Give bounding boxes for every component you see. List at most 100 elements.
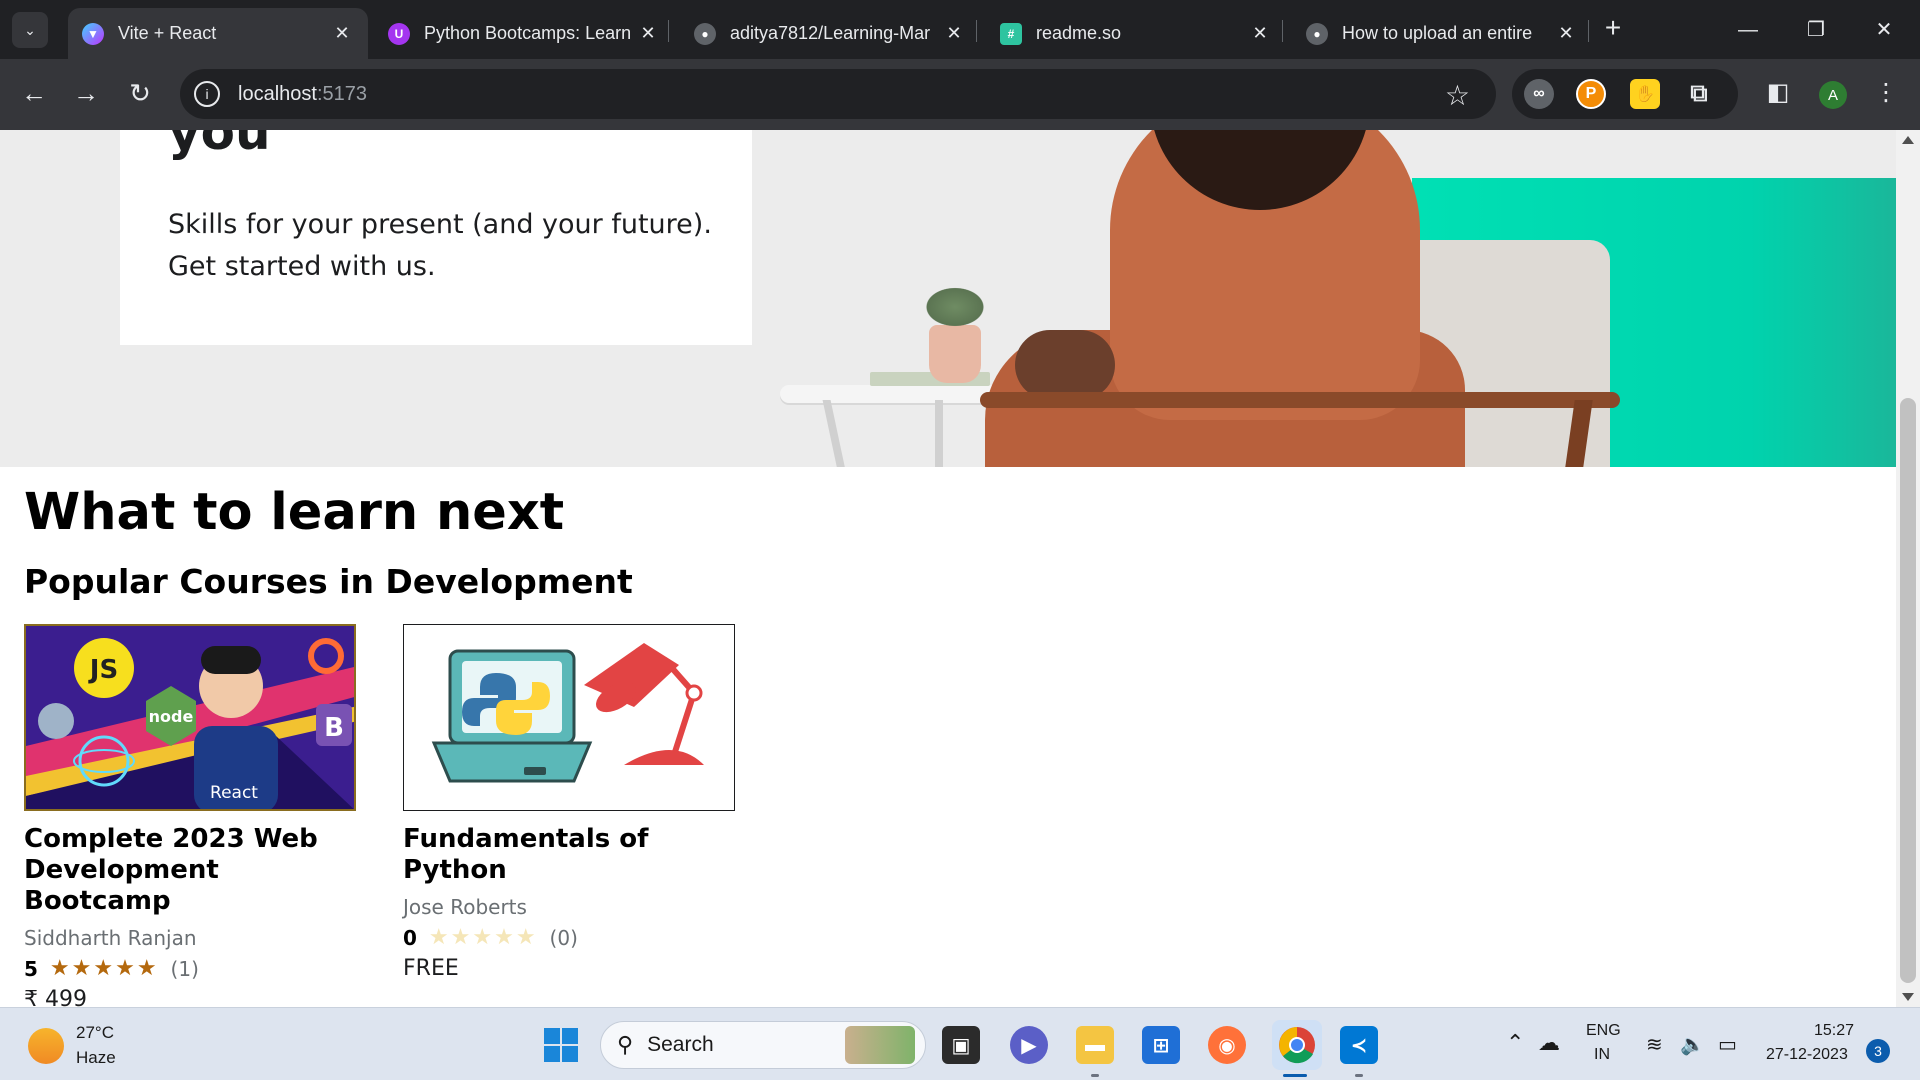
section-subtitle: Popular Courses in Development: [24, 562, 633, 601]
teams-chat-icon[interactable]: ▶: [1010, 1026, 1048, 1064]
task-view-icon[interactable]: ▣: [942, 1026, 980, 1064]
hand-extension-icon[interactable]: ✋: [1630, 79, 1660, 109]
taskbar-search-box[interactable]: ⚲ Search: [600, 1021, 926, 1069]
address-bar[interactable]: i localhost:5173 ☆: [180, 69, 1496, 119]
vscode-icon[interactable]: ≺: [1340, 1026, 1378, 1064]
tab-github-learning[interactable]: ● aditya7812/Learning-Mar ✕: [680, 8, 980, 59]
profile-avatar[interactable]: A: [1819, 81, 1847, 109]
course-title[interactable]: Complete 2023 Web Development Bootcamp: [24, 824, 356, 917]
section-title: What to learn next: [24, 483, 565, 542]
close-icon[interactable]: ✕: [636, 23, 660, 44]
page-scrollbar[interactable]: [1896, 130, 1920, 1007]
battery-icon[interactable]: ▭: [1718, 1032, 1737, 1057]
bookmark-star-icon[interactable]: ☆: [1445, 79, 1470, 112]
wifi-icon[interactable]: ≋: [1646, 1032, 1663, 1057]
react-shirt-label: React: [210, 783, 258, 803]
tab-vite-react[interactable]: ▼ Vite + React ✕: [68, 8, 368, 59]
vite-icon: ▼: [82, 22, 104, 45]
weather-description[interactable]: Haze: [76, 1048, 116, 1068]
hero-chair-arm: [980, 392, 1620, 408]
taskbar-search-label: Search: [647, 1033, 714, 1056]
browser-tab-strip: ⌄ ▼ Vite + React ✕ U Python Bootcamps: L…: [0, 0, 1920, 59]
tab-upload-entire[interactable]: ● How to upload an entire ✕: [1292, 8, 1592, 59]
weather-temperature[interactable]: 27°C: [76, 1023, 114, 1043]
side-panel-icon[interactable]: ◧: [1758, 73, 1798, 113]
puzzle-extensions-icon[interactable]: ⧉: [1684, 79, 1714, 109]
honey-extension-icon[interactable]: P: [1576, 79, 1606, 109]
course-thumbnail-python[interactable]: [403, 624, 735, 811]
hero-heading: you: [168, 130, 271, 161]
onedrive-cloud-icon[interactable]: ☁: [1538, 1030, 1560, 1056]
menu-kebab-icon[interactable]: ⋮: [1866, 73, 1906, 113]
course-price: FREE: [403, 956, 459, 981]
close-icon[interactable]: ✕: [942, 23, 966, 44]
tab-separator: [976, 20, 977, 42]
file-explorer-icon[interactable]: ▬: [1076, 1026, 1114, 1064]
course-thumbnail-web-dev[interactable]: JS node React B: [24, 624, 356, 811]
search-icon: ⚲: [617, 1032, 634, 1057]
windows-start-icon[interactable]: [542, 1026, 580, 1064]
chevron-down-icon: ⌄: [24, 21, 36, 38]
close-window-icon[interactable]: ✕: [1864, 12, 1904, 48]
tab-readme-so[interactable]: # readme.so ✕: [986, 8, 1286, 59]
hero-subtitle: Skills for your present (and your future…: [168, 209, 712, 282]
forward-arrow-icon[interactable]: →: [66, 73, 106, 113]
close-icon[interactable]: ✕: [1554, 23, 1578, 44]
clock-date[interactable]: 27-12-2023: [1766, 1046, 1848, 1064]
chevron-up-icon[interactable]: ⌃: [1506, 1030, 1524, 1056]
restore-icon[interactable]: ❐: [1796, 12, 1836, 48]
scroll-down-arrow-icon[interactable]: [1902, 993, 1914, 1001]
node-logo-label: node: [149, 707, 194, 726]
minimize-icon[interactable]: —: [1728, 12, 1768, 48]
course-rating: 0 ★★★★★ (0): [403, 925, 735, 950]
tab-python-bootcamps[interactable]: U Python Bootcamps: Learn ✕: [374, 8, 674, 59]
tab-separator: [1588, 20, 1589, 42]
hero-table-leg: [822, 400, 846, 467]
reload-icon[interactable]: ↻: [120, 73, 160, 113]
python-thumbnail-art: [404, 625, 734, 810]
tab-search-button[interactable]: ⌄: [12, 12, 48, 48]
firefox-icon[interactable]: ◉: [1208, 1026, 1246, 1064]
site-info-icon[interactable]: i: [194, 81, 220, 107]
microsoft-store-icon[interactable]: ⊞: [1142, 1026, 1180, 1064]
extensions-group: ∞ P ✋ ⧉: [1512, 69, 1738, 119]
notification-badge[interactable]: 3: [1866, 1039, 1890, 1063]
url-host: localhost: [238, 82, 317, 105]
hero-card: you Skills for your present (and your fu…: [120, 130, 752, 345]
tab-title: Vite + React: [118, 23, 217, 43]
close-icon[interactable]: ✕: [330, 23, 354, 44]
url-port: :5173: [316, 82, 367, 105]
new-tab-button[interactable]: +: [1598, 14, 1628, 44]
tab-title: How to upload an entire: [1342, 23, 1533, 43]
language-top[interactable]: ENG: [1586, 1022, 1621, 1040]
hero-table-leg: [935, 400, 943, 467]
scroll-up-arrow-icon[interactable]: [1902, 136, 1914, 144]
udemy-icon: U: [388, 22, 410, 45]
course-card-python[interactable]: Fundamentals of Python Jose Roberts 0 ★★…: [403, 624, 735, 981]
course-instructor: Siddharth Ranjan: [24, 926, 197, 950]
tab-title: aditya7812/Learning-Mar: [730, 23, 931, 43]
clock-time[interactable]: 15:27: [1814, 1022, 1854, 1040]
windows-taskbar: 27°C Haze ⚲ Search ▣ ▶ ▬ ⊞ ◉ ≺ ⌃ ☁ ENG I…: [0, 1007, 1920, 1080]
readme-icon: #: [1000, 22, 1022, 45]
star-rating-icon: ★★★★★: [428, 925, 538, 950]
back-arrow-icon[interactable]: ←: [14, 73, 54, 113]
tab-separator: [668, 20, 669, 42]
search-highlight-icon: [845, 1026, 915, 1064]
running-indicator: [1355, 1074, 1363, 1077]
weather-haze-icon[interactable]: [28, 1028, 64, 1064]
close-icon[interactable]: ✕: [1248, 23, 1272, 44]
volume-icon[interactable]: 🔈: [1680, 1032, 1705, 1057]
scroll-thumb[interactable]: [1900, 398, 1916, 983]
spy-extension-icon[interactable]: ∞: [1524, 79, 1554, 109]
tab-title: Python Bootcamps: Learn: [424, 23, 632, 43]
running-indicator: [1091, 1074, 1099, 1077]
hero-plant-pot: [929, 325, 981, 383]
rating-count: (0): [549, 925, 578, 950]
github-icon: ●: [1306, 22, 1328, 45]
course-title[interactable]: Fundamentals of Python: [403, 824, 735, 886]
chrome-icon[interactable]: [1272, 1020, 1322, 1070]
language-bottom[interactable]: IN: [1594, 1046, 1610, 1064]
course-rating: 5 ★★★★★ (1): [24, 956, 356, 981]
course-card-web-dev[interactable]: JS node React B Complete 2023 Web Develo…: [24, 624, 356, 1007]
